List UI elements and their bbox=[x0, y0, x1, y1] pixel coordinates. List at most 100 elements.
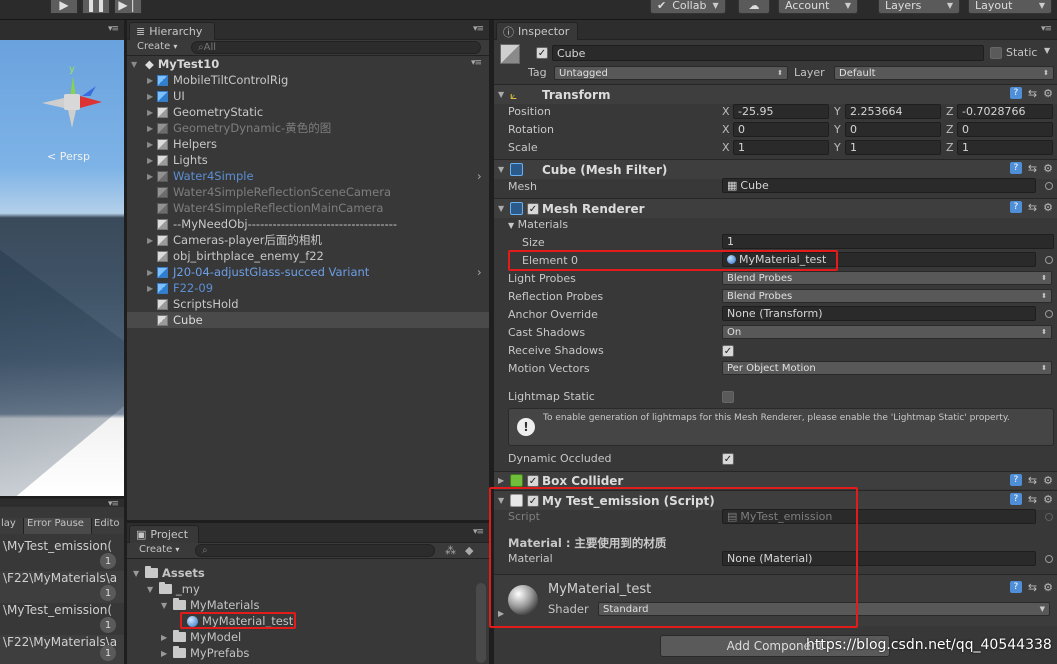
materials-foldout[interactable]: ▼ Materials bbox=[508, 218, 568, 231]
chevron-right-icon[interactable]: ▶ bbox=[147, 236, 157, 245]
shader-dropdown[interactable]: Standard ▼ bbox=[598, 602, 1050, 616]
receive-shadows-checkbox[interactable]: ✓ bbox=[722, 345, 734, 357]
chevron-icon[interactable]: ▼ bbox=[161, 601, 173, 610]
object-picker-button[interactable] bbox=[1045, 182, 1053, 190]
script-enabled-checkbox[interactable]: ✓ bbox=[527, 495, 539, 507]
axis-y-label[interactable]: Y bbox=[834, 105, 841, 118]
hierarchy-item[interactable]: --MyNeedObj-----------------------------… bbox=[127, 216, 489, 232]
transform-header[interactable]: ▼ ⟀ Transform ? ⇆ ⚙ bbox=[494, 84, 1057, 104]
project-item[interactable]: ▼ MyMaterials bbox=[161, 597, 259, 613]
scene-gizmo[interactable]: y bbox=[42, 64, 102, 134]
chevron-right-icon[interactable]: ▶ bbox=[147, 156, 157, 165]
chevron-icon[interactable]: ▼ bbox=[133, 569, 145, 578]
hierarchy-item[interactable]: ▶ J20-04-adjustGlass-succed Variant › bbox=[127, 264, 489, 280]
mesh-field[interactable]: ▦ Cube bbox=[722, 178, 1036, 193]
help-icon[interactable]: ? bbox=[1009, 474, 1022, 486]
axis-y-label[interactable]: Y bbox=[834, 141, 841, 154]
scene-root-row[interactable]: ▼ ◆ MyTest10 ▾≡ bbox=[127, 56, 489, 72]
preset-icon[interactable]: ⇆ bbox=[1028, 162, 1037, 175]
project-item[interactable]: ▼ Assets bbox=[133, 565, 205, 581]
layers-dropdown[interactable]: Layers ▼ bbox=[878, 0, 960, 14]
transform-y-field[interactable]: 1 bbox=[845, 140, 941, 155]
axis-y-label[interactable]: Y bbox=[834, 123, 841, 136]
tab-hierarchy[interactable]: ≣ Hierarchy bbox=[129, 22, 215, 40]
console-entry[interactable]: \F22\MyMaterials\a 1 bbox=[0, 635, 124, 664]
hierarchy-item[interactable]: ▶ GeometryDynamic-黄色的图 bbox=[127, 120, 489, 136]
hierarchy-item[interactable]: Water4SimpleReflectionSceneCamera bbox=[127, 184, 489, 200]
preset-icon[interactable]: ⇆ bbox=[1028, 474, 1037, 487]
tab-inspector[interactable]: ⓘ Inspector bbox=[496, 22, 578, 40]
hierarchy-item[interactable]: ▶ F22-09 bbox=[127, 280, 489, 296]
hierarchy-item[interactable]: ▶ GeometryStatic bbox=[127, 104, 489, 120]
chevron-right-icon[interactable]: ▶ bbox=[498, 609, 504, 618]
motion-vectors-dropdown[interactable]: Per Object Motion ⬍ bbox=[722, 361, 1052, 375]
gizmo-center[interactable] bbox=[64, 94, 80, 110]
menu-icon[interactable]: ▾≡ bbox=[473, 527, 484, 537]
transform-x-field[interactable]: 0 bbox=[733, 122, 829, 137]
help-icon[interactable]: ? bbox=[1009, 162, 1022, 174]
static-checkbox[interactable] bbox=[990, 47, 1002, 59]
chevron-icon[interactable]: ▶ bbox=[161, 633, 173, 642]
chevron-right-icon[interactable]: ▶ bbox=[147, 76, 157, 85]
console-entry[interactable]: \MyTest_emission( 1 bbox=[0, 539, 124, 571]
chevron-right-icon[interactable]: ▶ bbox=[147, 268, 157, 277]
play-button[interactable]: ▶ bbox=[50, 0, 78, 14]
size-field[interactable]: 1 bbox=[722, 234, 1054, 249]
chevron-down-icon[interactable]: ▼ bbox=[498, 90, 504, 99]
scene-view[interactable]: y < Persp bbox=[0, 40, 124, 496]
reflection-probes-dropdown[interactable]: Blend Probes ⬍ bbox=[722, 289, 1052, 303]
chevron-right-icon[interactable]: ▶ bbox=[147, 284, 157, 293]
collab-button[interactable]: ✔ Collab ▼ bbox=[650, 0, 726, 14]
transform-z-field[interactable]: -0.7028766 bbox=[957, 104, 1053, 119]
tab-project[interactable]: ▣ Project bbox=[129, 525, 199, 543]
prefab-open-icon[interactable]: › bbox=[477, 265, 482, 279]
box-collider-header[interactable]: ▶ ✓ Box Collider ? ⇆ ⚙ bbox=[494, 471, 1057, 489]
tag-dropdown[interactable]: Untagged ⬍ bbox=[554, 66, 788, 80]
chevron-right-icon[interactable]: ▶ bbox=[147, 140, 157, 149]
persp-label[interactable]: < Persp bbox=[47, 150, 90, 163]
gear-icon[interactable]: ⚙ bbox=[1043, 201, 1053, 214]
hierarchy-item[interactable]: ▶ MobileTiltControlRig bbox=[127, 72, 489, 88]
menu-icon[interactable]: ▾≡ bbox=[471, 58, 482, 68]
cloud-button[interactable]: ☁ bbox=[738, 0, 770, 14]
lightmap-static-checkbox[interactable] bbox=[722, 391, 734, 403]
tag-icon[interactable]: ◆ bbox=[465, 544, 473, 557]
project-item[interactable]: ▶ MyModel bbox=[161, 629, 241, 645]
mesh-renderer-enabled-checkbox[interactable]: ✓ bbox=[527, 203, 539, 215]
transform-z-field[interactable]: 0 bbox=[957, 122, 1053, 137]
menu-icon[interactable]: ▾≡ bbox=[473, 24, 484, 34]
axis-x-label[interactable]: X bbox=[722, 123, 730, 136]
preset-icon[interactable]: ⇆ bbox=[1028, 87, 1037, 100]
axis-x-label[interactable]: X bbox=[722, 141, 730, 154]
chevron-icon[interactable]: ▼ bbox=[147, 585, 159, 594]
project-item[interactable]: ▶ MyPrefabs bbox=[161, 645, 249, 661]
hierarchy-item[interactable]: obj_birthplace_enemy_f22 bbox=[127, 248, 489, 264]
project-scrollbar[interactable] bbox=[476, 583, 486, 663]
create-dropdown[interactable]: Create ▾ bbox=[139, 544, 179, 555]
console-entry[interactable]: \F22\MyMaterials\a 1 bbox=[0, 571, 124, 603]
object-name-field[interactable]: Cube bbox=[552, 45, 984, 61]
anchor-override-field[interactable]: None (Transform) bbox=[722, 306, 1036, 321]
transform-y-field[interactable]: 2.253664 bbox=[845, 104, 941, 119]
gizmo-x-axis[interactable] bbox=[80, 96, 102, 108]
editor-dropdown[interactable]: Edito bbox=[92, 518, 124, 534]
error-pause-toggle[interactable]: Error Pause bbox=[24, 518, 92, 534]
transform-x-field[interactable]: -25.95 bbox=[733, 104, 829, 119]
preset-icon[interactable]: ⇆ bbox=[1028, 581, 1037, 594]
console-entry[interactable]: \MyTest_emission( 1 bbox=[0, 603, 124, 635]
hierarchy-search-input[interactable]: ⌕All bbox=[191, 41, 481, 54]
project-item[interactable]: MyMaterial_test bbox=[175, 613, 293, 629]
help-icon[interactable]: ? bbox=[1009, 87, 1022, 99]
filter-type-icon[interactable]: ⁂ bbox=[445, 544, 456, 557]
account-button[interactable]: Account ▼ bbox=[778, 0, 858, 14]
step-button[interactable]: ▶❘ bbox=[114, 0, 142, 14]
axis-z-label[interactable]: Z bbox=[946, 123, 954, 136]
help-icon[interactable]: ? bbox=[1009, 581, 1022, 593]
element-0-field[interactable]: MyMaterial_test bbox=[722, 252, 1036, 267]
light-probes-dropdown[interactable]: Blend Probes ⬍ bbox=[722, 271, 1052, 285]
project-search-input[interactable]: ⌕ bbox=[195, 544, 435, 557]
preset-icon[interactable]: ⇆ bbox=[1028, 493, 1037, 506]
gizmo-neg-x[interactable] bbox=[42, 98, 64, 108]
help-icon[interactable]: ? bbox=[1009, 493, 1022, 505]
chevron-right-icon[interactable]: ▶ bbox=[147, 108, 157, 117]
